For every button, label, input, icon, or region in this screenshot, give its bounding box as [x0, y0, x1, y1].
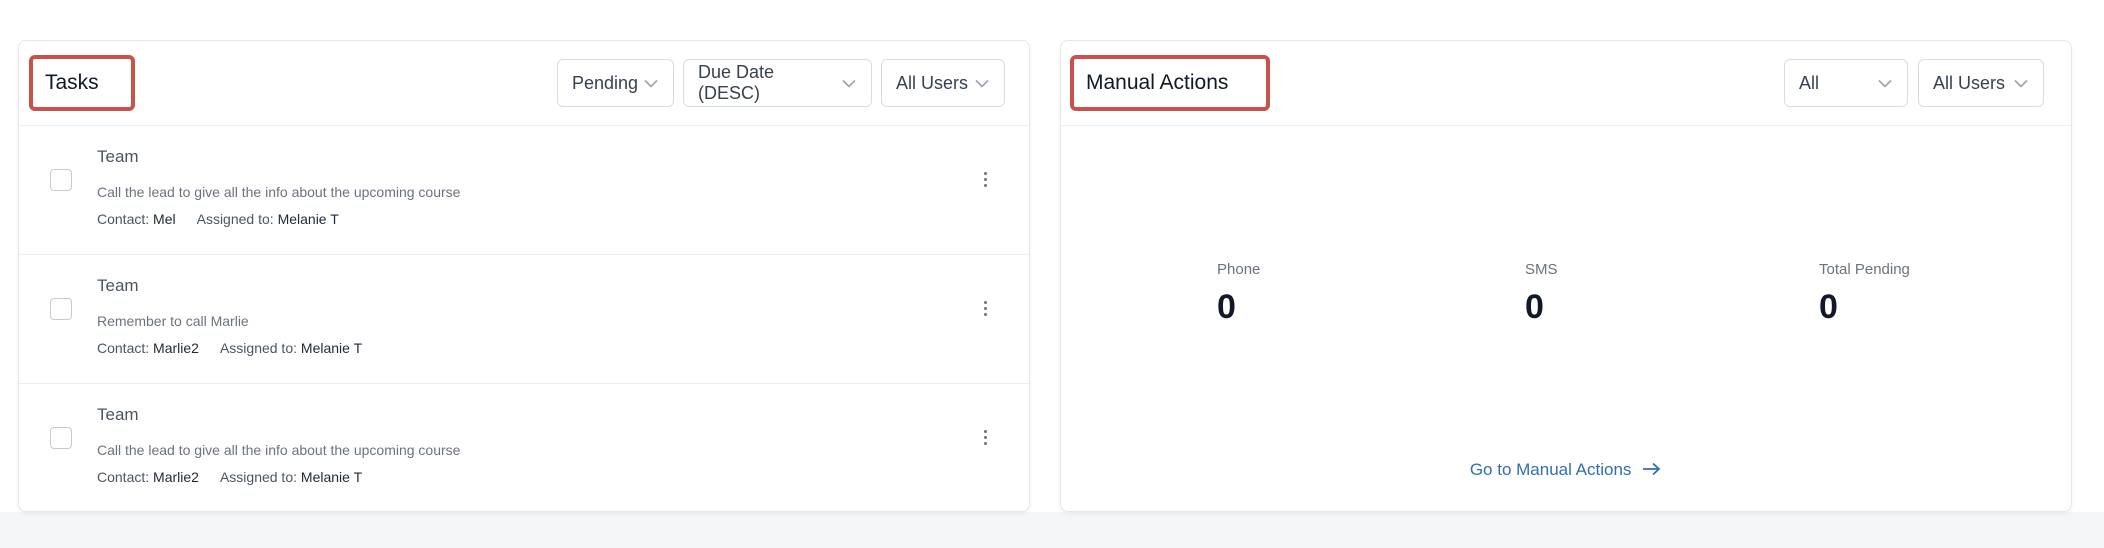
- task-contact[interactable]: Marlie2: [153, 340, 199, 356]
- stat-label: Phone: [1217, 261, 1261, 278]
- task-title: Team: [97, 147, 139, 166]
- stat-label: Total Pending: [1819, 261, 1910, 278]
- task-meta: Contact: Marlie2 Assigned to: Melanie T: [97, 340, 362, 356]
- status-filter-value: Pending: [572, 72, 639, 93]
- task-meta: Contact: Mel Assigned to: Melanie T: [97, 211, 339, 227]
- assigned-label: Assigned to:: [219, 340, 298, 356]
- contact-label: Contact:: [97, 211, 150, 227]
- tasks-card: Tasks Pending Due Date (DESC) All Users …: [18, 40, 1030, 512]
- ma-users-filter-value: All Users: [1933, 72, 2006, 93]
- task-meta: Contact: Marlie2 Assigned to: Melanie T: [97, 469, 362, 485]
- link-label: Go to Manual Actions: [1469, 460, 1632, 479]
- task-description: Call the lead to give all the info about…: [97, 184, 461, 200]
- chevron-down-icon: [1877, 75, 1893, 91]
- task-description: Remember to call Marlie: [97, 313, 249, 329]
- task-assignee: Melanie T: [300, 340, 363, 356]
- contact-label: Contact:: [97, 469, 150, 485]
- sort-filter-select[interactable]: Due Date (DESC): [683, 59, 872, 107]
- chevron-down-icon: [643, 75, 659, 91]
- chevron-down-icon: [841, 75, 857, 91]
- task-contact[interactable]: Marlie2: [153, 469, 199, 485]
- page-background-strip: [0, 512, 2104, 548]
- assigned-label: Assigned to:: [219, 469, 298, 485]
- users-filter-select[interactable]: All Users: [881, 59, 1005, 107]
- task-assignee: Melanie T: [300, 469, 363, 485]
- task-contact[interactable]: Mel: [153, 211, 176, 227]
- stat-value: 0: [1525, 288, 1544, 326]
- stat-phone: Phone 0: [1217, 261, 1417, 327]
- go-to-manual-actions-link[interactable]: Go to Manual Actions: [1061, 460, 2071, 481]
- chevron-down-icon: [2013, 75, 2029, 91]
- sort-filter-value: Due Date (DESC): [698, 62, 775, 103]
- contact-label: Contact:: [97, 340, 150, 356]
- task-checkbox[interactable]: [50, 298, 72, 320]
- stat-sms: SMS 0: [1525, 261, 1725, 327]
- manual-actions-card: Manual Actions All All Users Phone 0 SMS…: [1060, 40, 2072, 512]
- stat-total-pending: Total Pending 0: [1819, 261, 2019, 327]
- users-filter-value: All Users: [896, 72, 969, 93]
- type-filter-value: All: [1799, 72, 1820, 93]
- tasks-title: Tasks: [29, 55, 135, 111]
- kebab-menu-icon[interactable]: [975, 425, 995, 449]
- stat-value: 0: [1217, 288, 1236, 326]
- task-description: Call the lead to give all the info about…: [97, 442, 461, 458]
- task-title: Team: [97, 405, 139, 424]
- kebab-menu-icon[interactable]: [975, 167, 995, 191]
- task-row: Team Call the lead to give all the info …: [19, 125, 1029, 255]
- tasks-card-header: Tasks Pending Due Date (DESC) All Users: [19, 41, 1029, 126]
- assigned-label: Assigned to:: [196, 211, 274, 227]
- arrow-right-icon: [1642, 461, 1662, 481]
- task-checkbox[interactable]: [50, 427, 72, 449]
- task-checkbox[interactable]: [50, 169, 72, 191]
- chevron-down-icon: [974, 75, 990, 91]
- task-assignee: Melanie T: [277, 211, 339, 227]
- type-filter-select[interactable]: All: [1784, 59, 1908, 107]
- task-row: Team Call the lead to give all the info …: [19, 383, 1029, 512]
- status-filter-select[interactable]: Pending: [557, 59, 674, 107]
- kebab-menu-icon[interactable]: [975, 296, 995, 320]
- stat-label: SMS: [1525, 261, 1558, 278]
- ma-users-filter-select[interactable]: All Users: [1918, 59, 2044, 107]
- manual-actions-title: Manual Actions: [1070, 55, 1270, 111]
- task-row: Team Remember to call Marlie Contact: Ma…: [19, 254, 1029, 384]
- manual-actions-card-header: Manual Actions All All Users: [1061, 41, 2071, 126]
- task-title: Team: [97, 276, 139, 295]
- stat-value: 0: [1819, 288, 1838, 326]
